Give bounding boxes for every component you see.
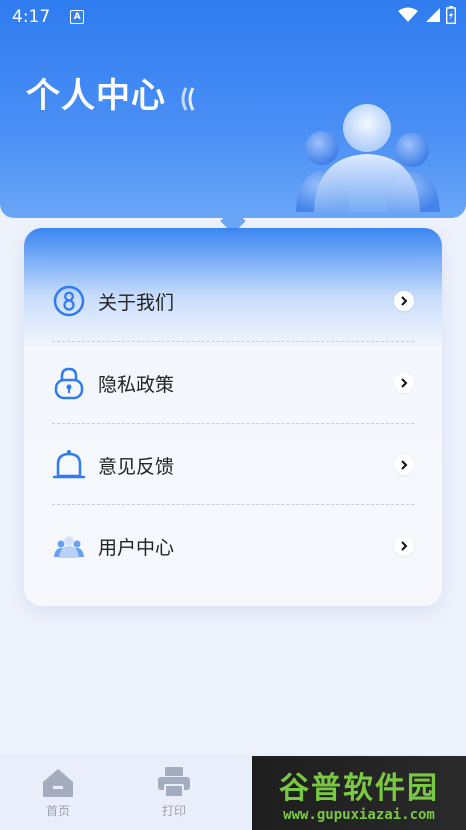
signal-icon [426,8,440,22]
title-decoration-icon [181,87,195,111]
users-icon [52,529,86,563]
nav-item-home[interactable]: 首页 [0,754,116,830]
status-icons [398,6,456,24]
watermark-url: www.gupuxiazai.com [283,807,435,823]
menu-item-user-center[interactable]: 用户中心 [52,505,414,587]
about-icon [52,284,86,318]
page-title: 个人中心 [26,76,166,116]
status-time: 4:17 [12,7,51,27]
nav-item-print[interactable]: 打印 [116,754,232,830]
menu-item-privacy-policy[interactable]: 隐私政策 [52,342,414,424]
wifi-icon [398,7,418,22]
menu-item-label: 意见反馈 [98,455,175,478]
menu-item-label: 隐私政策 [98,373,175,396]
printer-icon [158,766,190,798]
nav-label: 打印 [161,803,186,818]
chevron-right-icon [394,291,414,311]
menu-item-feedback[interactable]: 意见反馈 [52,424,414,506]
chevron-right-icon [394,536,414,556]
watermark-logo: 谷普软件园 www.gupuxiazai.com [252,756,466,830]
battery-icon [446,6,456,24]
chevron-right-icon [394,373,414,393]
notification-icon: A [70,10,85,24]
chevron-right-icon [394,455,414,475]
bell-icon [52,448,86,482]
lock-icon [52,366,86,400]
users-illustration-icon [296,104,440,212]
menu-item-about-us[interactable]: 关于我们 [52,260,414,342]
status-bar: 4:17 A [0,0,466,34]
menu-item-label: 关于我们 [98,291,175,314]
home-icon [43,768,73,797]
menu-item-label: 用户中心 [98,536,175,559]
watermark-brand: 谷普软件园 [279,771,439,806]
nav-label: 首页 [45,803,70,818]
